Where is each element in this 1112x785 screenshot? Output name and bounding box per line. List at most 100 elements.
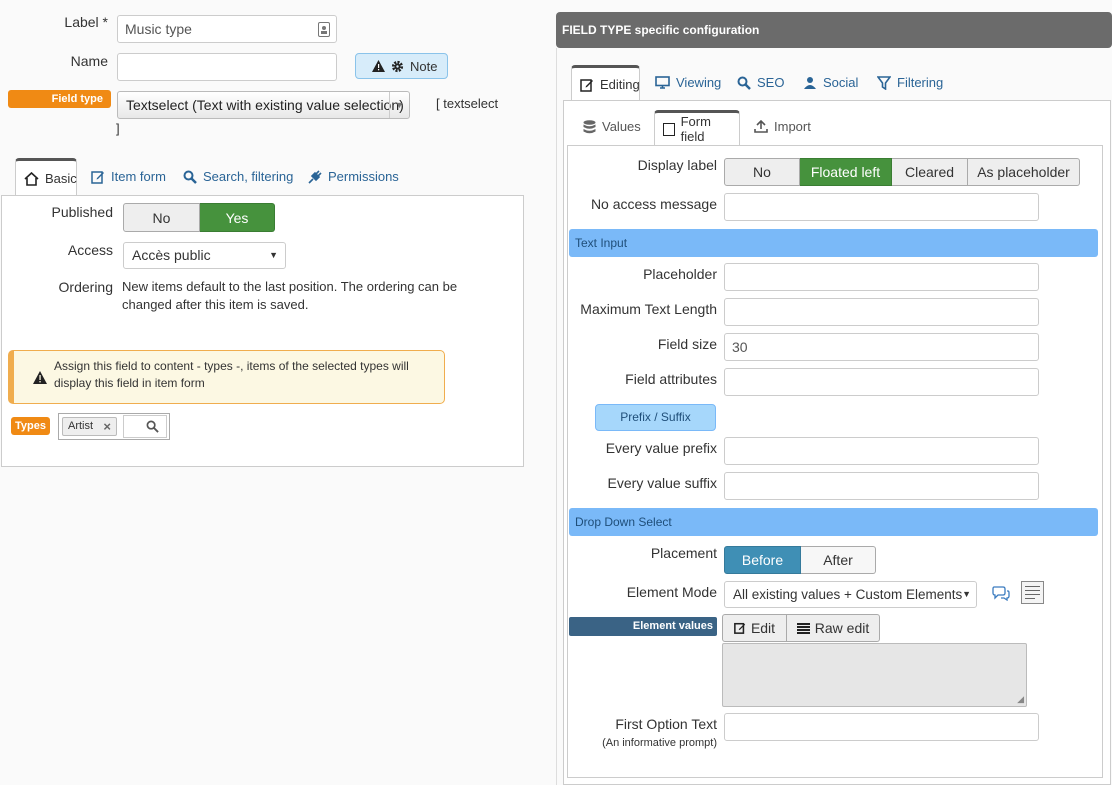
search-icon (146, 420, 159, 433)
placeholder-input[interactable] (724, 263, 1039, 291)
chevron-down-icon: ▼ (389, 92, 409, 118)
no-access-message-input[interactable] (724, 193, 1039, 221)
label-field-label: Label * (64, 14, 108, 30)
element-mode-label: Element Mode (626, 584, 717, 600)
access-label: Access (67, 242, 113, 258)
checkbox-icon (663, 122, 675, 136)
type-chip-artist: Artist × (62, 417, 117, 436)
label-input-value: Music type (125, 21, 192, 37)
warning-text-2: display this field in item form (54, 376, 205, 390)
access-select[interactable]: Accès public ▼ (123, 242, 286, 269)
chevron-down-icon: ▼ (269, 250, 278, 260)
field-type-hint-close: ] (116, 121, 120, 136)
access-value: Accès public (132, 247, 211, 263)
prefix-suffix-button[interactable]: Prefix / Suffix (595, 404, 716, 431)
element-values-tag: Element values (569, 617, 717, 636)
every-value-prefix-label: Every value prefix (605, 440, 717, 456)
placement-label: Placement (650, 545, 717, 561)
text-input-section-header: Text Input (569, 229, 1098, 257)
plug-icon (308, 169, 322, 184)
tab-basic[interactable]: Basic (15, 158, 77, 196)
display-label-as-placeholder-button[interactable]: As placeholder (968, 158, 1080, 186)
tab-filtering[interactable]: Filtering (877, 75, 943, 90)
label-input[interactable]: Music type (117, 15, 337, 43)
tab-item-form[interactable]: Item form (91, 169, 166, 184)
display-label-toggle: No Floated left Cleared As placeholder (724, 158, 1080, 186)
tab-editing-label: Editing (600, 77, 640, 92)
tab-search-filtering[interactable]: Search, filtering (183, 169, 293, 184)
first-option-text-input[interactable] (724, 713, 1039, 741)
tab-seo-label: SEO (757, 75, 785, 90)
resize-handle-icon[interactable]: ◢ (1017, 694, 1024, 705)
edit-icon (91, 170, 104, 184)
tab-seo[interactable]: SEO (737, 75, 784, 90)
monitor-icon (655, 76, 670, 89)
warning-text-1: Assign this field to content - types -, … (54, 359, 409, 373)
field-size-label: Field size (657, 336, 717, 352)
subtab-form-field[interactable]: Form field (654, 110, 740, 145)
types-search-input[interactable] (123, 415, 167, 438)
element-mode-select[interactable]: All existing values + Custom Elements ▼ (724, 581, 977, 608)
drop-down-section-header: Drop Down Select (569, 508, 1098, 536)
display-label-cleared-button[interactable]: Cleared (892, 158, 968, 186)
element-values-raw-edit-button[interactable]: Raw edit (787, 614, 880, 642)
ordering-text-1: New items default to the last position. … (122, 279, 458, 294)
field-type-tag: Field type (8, 90, 111, 108)
tab-social-label: Social (823, 75, 859, 90)
every-value-prefix-input[interactable] (724, 437, 1039, 465)
every-value-suffix-input[interactable] (724, 472, 1039, 500)
search-icon (183, 170, 197, 184)
tab-permissions[interactable]: Permissions (307, 169, 399, 184)
field-type-select[interactable]: Textselect (Text with existing value sel… (117, 91, 410, 119)
tab-social[interactable]: Social (803, 75, 858, 90)
right-panel-edge (556, 48, 557, 785)
chevron-down-icon: ▼ (962, 589, 971, 599)
placeholder-label: Placeholder (643, 266, 717, 282)
edit-button-label: Edit (750, 620, 776, 636)
max-text-length-label: Maximum Text Length (580, 301, 717, 317)
tab-permissions-label: Permissions (328, 169, 399, 184)
published-yes-button[interactable]: Yes (200, 203, 275, 232)
upload-icon (754, 120, 768, 133)
field-attributes-label: Field attributes (625, 371, 717, 387)
element-values-textarea[interactable]: ◢ (722, 643, 1027, 707)
tab-viewing-label: Viewing (676, 75, 722, 90)
comments-icon[interactable] (992, 585, 1010, 601)
tab-search-filtering-label: Search, filtering (203, 169, 294, 184)
type-chip-label: Artist (68, 420, 94, 432)
field-type-config-header: FIELD TYPE specific configuration (556, 12, 1112, 48)
types-multiselect[interactable]: Artist × (58, 413, 170, 440)
tab-viewing[interactable]: Viewing (655, 75, 721, 90)
filter-icon (877, 75, 891, 90)
types-tag: Types (11, 417, 50, 435)
max-text-length-input[interactable] (724, 298, 1039, 326)
subtab-values-label: Values (602, 119, 641, 134)
subtab-form-field-label: Form field (680, 114, 711, 144)
field-size-input[interactable]: 30 (724, 333, 1039, 361)
published-label: Published (51, 204, 114, 220)
first-option-text-sublabel: (An informative prompt) (602, 737, 717, 749)
user-icon (804, 76, 816, 89)
field-type-value: Textselect (Text with existing value sel… (126, 97, 404, 113)
placement-toggle: Before After (724, 546, 876, 574)
close-icon[interactable]: × (103, 418, 111, 435)
field-attributes-input[interactable] (724, 368, 1039, 396)
search-icon (737, 76, 751, 90)
tab-item-form-label: Item form (111, 169, 166, 184)
published-no-button[interactable]: No (123, 203, 200, 232)
subtab-import-label: Import (774, 119, 811, 134)
subtab-values[interactable]: Values (583, 119, 641, 134)
element-values-edit-button[interactable]: Edit (722, 614, 787, 642)
tab-editing[interactable]: Editing (571, 65, 640, 101)
warning-icon (33, 371, 47, 384)
notes-icon[interactable] (1021, 581, 1044, 604)
display-label-floated-left-button[interactable]: Floated left (800, 158, 892, 186)
note-button[interactable]: Note (355, 53, 448, 79)
placement-before-button[interactable]: Before (724, 546, 801, 574)
tab-basic-label: Basic (45, 171, 77, 186)
placement-after-button[interactable]: After (801, 546, 876, 574)
display-label-no-button[interactable]: No (724, 158, 800, 186)
subtab-import[interactable]: Import (754, 119, 811, 134)
field-type-hint: [ textselect (436, 96, 499, 111)
name-input[interactable] (117, 53, 337, 81)
